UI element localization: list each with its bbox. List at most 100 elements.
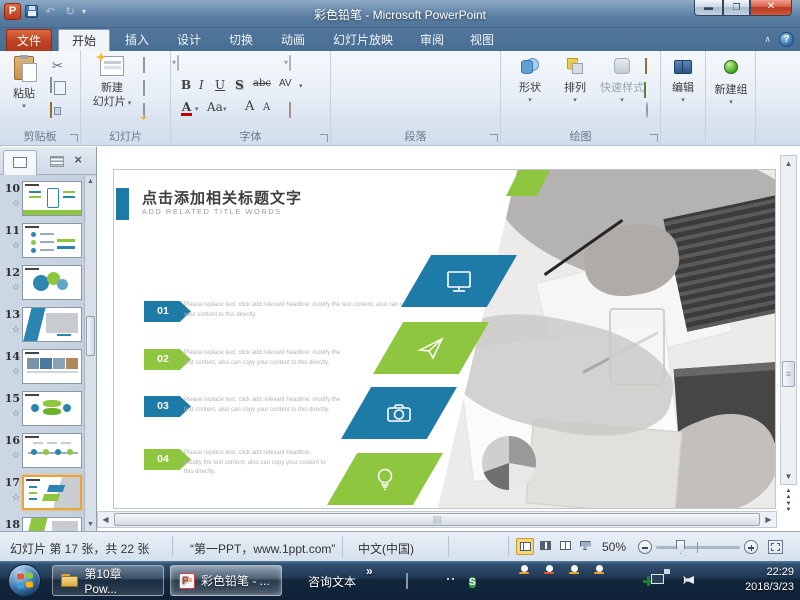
keyboard-icon[interactable] — [406, 574, 408, 588]
restore-button[interactable]: ❐ — [723, 0, 750, 16]
slide-thumbnail[interactable] — [22, 517, 82, 531]
tab-review[interactable]: 审阅 — [408, 29, 456, 51]
copy-icon[interactable] — [50, 78, 52, 92]
thumbnail-slide-18[interactable]: 18 — [0, 517, 84, 531]
character-spacing-button[interactable]: AV — [279, 78, 292, 89]
new-group-button[interactable]: 新建组 ▾ — [708, 60, 754, 106]
reset-slide-icon[interactable] — [143, 81, 145, 95]
slide-thumbnail[interactable] — [22, 433, 82, 468]
item-text-01[interactable]: Please replace text, click add relevant … — [184, 301, 422, 320]
slide-thumbnail[interactable] — [22, 391, 82, 426]
section-icon[interactable] — [143, 104, 145, 118]
tab-outline[interactable] — [40, 150, 74, 175]
item-text-02[interactable]: Please replace text, click add relevant … — [184, 349, 348, 368]
scroll-down-icon[interactable]: ▼ — [85, 519, 96, 531]
grow-font-button[interactable]: A — [245, 99, 254, 114]
scrollbar-thumb[interactable] — [86, 316, 95, 356]
collapse-ribbon-icon[interactable]: ∧ — [764, 34, 771, 45]
slide-subtitle[interactable]: ADD RELATED TITLE WORDS — [142, 207, 282, 216]
underline-button[interactable]: U — [215, 78, 225, 92]
slide-sorter-view-button[interactable] — [536, 538, 554, 555]
vertical-scrollbar[interactable]: ▲ ▼ — [780, 155, 797, 485]
help-icon[interactable] — [779, 32, 794, 47]
scrollbar-thumb[interactable] — [782, 361, 795, 387]
thumbnail-slide-14[interactable]: 14 — [0, 349, 84, 391]
bold-button[interactable]: B — [181, 78, 191, 92]
close-panel-icon[interactable]: × — [74, 153, 82, 166]
minimize-button[interactable]: ▬ — [694, 0, 723, 16]
italic-button[interactable]: I — [199, 78, 204, 92]
thumbnail-slide-13[interactable]: 13 — [0, 307, 84, 349]
sidebar-scrollbar[interactable]: ▲ ▼ — [84, 176, 96, 531]
tab-design[interactable]: 设计 — [164, 29, 214, 51]
arrange-button[interactable]: 排列 ▾ — [556, 58, 594, 104]
font-color-button[interactable]: A — [181, 100, 192, 116]
cut-icon[interactable]: ✂ — [52, 59, 63, 72]
tab-transitions[interactable]: 切换 — [216, 29, 266, 51]
shrink-font-button[interactable]: A — [263, 102, 270, 113]
tab-slides-thumbnails[interactable] — [3, 150, 37, 175]
tab-slideshow[interactable]: 幻灯片放映 — [320, 29, 406, 51]
paragraph-dialog-launcher[interactable] — [490, 134, 498, 142]
thumbnail-slide-16[interactable]: 16 — [0, 433, 84, 475]
quick-styles-button[interactable]: 快速样式 ▾ — [597, 58, 647, 104]
shape-outline-icon[interactable] — [644, 83, 646, 97]
title-bar[interactable]: ↶ ↻ ▾ 彩色铅笔 - Microsoft PowerPoint ▬ ❐ ✕ — [0, 0, 800, 28]
thumbnail-slide-11[interactable]: 11 — [0, 223, 84, 265]
item-text-04[interactable]: Please replace text, click add relevant … — [184, 449, 330, 478]
slide-layout-icon[interactable] — [143, 58, 145, 72]
font-dialog-launcher[interactable] — [320, 134, 328, 142]
scroll-down-icon[interactable]: ▼ — [781, 469, 796, 484]
close-button[interactable]: ✕ — [750, 0, 792, 16]
scroll-right-icon[interactable]: ▶ — [761, 512, 776, 527]
slide-editor[interactable]: 点击添加相关标题文字 ADD RELATED TITLE WORDS 01 Pl… — [113, 169, 776, 509]
title-accent-square[interactable] — [116, 188, 129, 220]
drawing-dialog-launcher[interactable] — [650, 134, 658, 142]
strikethrough-button[interactable]: abc — [253, 78, 271, 89]
slide-thumbnail[interactable] — [22, 475, 82, 510]
slide-thumbnail[interactable] — [22, 223, 82, 258]
paste-button[interactable]: 粘贴 ▾ — [6, 56, 42, 110]
thumbnail-slide-10[interactable]: 10 — [0, 181, 84, 223]
shapes-button[interactable]: 形状 ▾ — [511, 58, 549, 104]
thumbnail-slide-12[interactable]: 12 — [0, 265, 84, 307]
item-text-03[interactable]: Please replace text, click add relevant … — [184, 396, 348, 415]
arrow-shape-camera[interactable] — [341, 387, 457, 439]
slideshow-view-button[interactable] — [576, 538, 594, 555]
taskbar-clock[interactable]: 22:29 2018/3/23 — [745, 565, 794, 595]
taskbar-item-folder[interactable]: 第10章 Pow... — [52, 565, 164, 596]
slide-title[interactable]: 点击添加相关标题文字 — [142, 187, 302, 208]
new-slide-button[interactable]: 新建 幻灯片 ▾ — [89, 56, 135, 110]
normal-view-button[interactable] — [516, 538, 534, 555]
thumbnail-slide-17-selected[interactable]: 17 — [0, 475, 84, 517]
slide-thumbnail[interactable] — [22, 265, 82, 300]
slide-thumbnail[interactable] — [22, 349, 82, 384]
sogou-icon[interactable] — [469, 574, 476, 589]
previous-slide-icon[interactable]: ▲▲ — [780, 487, 797, 500]
next-slide-icon[interactable]: ▼▼ — [780, 500, 797, 513]
font-size-combo[interactable] — [289, 55, 291, 71]
zoom-slider-track[interactable] — [656, 546, 740, 549]
change-case-button[interactable]: Aa — [207, 100, 223, 114]
shape-effects-icon[interactable] — [646, 103, 648, 117]
slide-thumbnail[interactable] — [22, 181, 82, 216]
clipboard-dialog-launcher[interactable] — [70, 134, 78, 142]
slide-thumbnail[interactable] — [22, 307, 82, 342]
scroll-up-icon[interactable]: ▲ — [781, 156, 796, 171]
toolbar-chevron-icon[interactable]: » — [366, 564, 373, 578]
editing-button[interactable]: 编辑 ▾ — [665, 60, 701, 104]
scroll-left-icon[interactable]: ◀ — [98, 512, 113, 527]
thumbnail-slide-15[interactable]: 15 — [0, 391, 84, 433]
start-button[interactable] — [8, 564, 41, 597]
language-indicator[interactable]: 中文(中国) — [358, 540, 414, 557]
fit-to-window-button[interactable] — [768, 540, 783, 554]
zoom-out-button[interactable] — [638, 540, 652, 554]
text-shadow-button[interactable]: S — [235, 78, 244, 92]
scroll-up-icon[interactable]: ▲ — [85, 176, 96, 188]
zoom-level[interactable]: 50% — [602, 540, 626, 554]
zoom-in-button[interactable] — [744, 540, 758, 554]
reading-view-button[interactable] — [556, 538, 574, 555]
tab-file[interactable]: 文件 — [6, 29, 52, 51]
taskbar-toolbar-label[interactable]: 咨询文本 — [308, 573, 356, 590]
arrow-shape-light-bulb[interactable] — [327, 453, 443, 505]
